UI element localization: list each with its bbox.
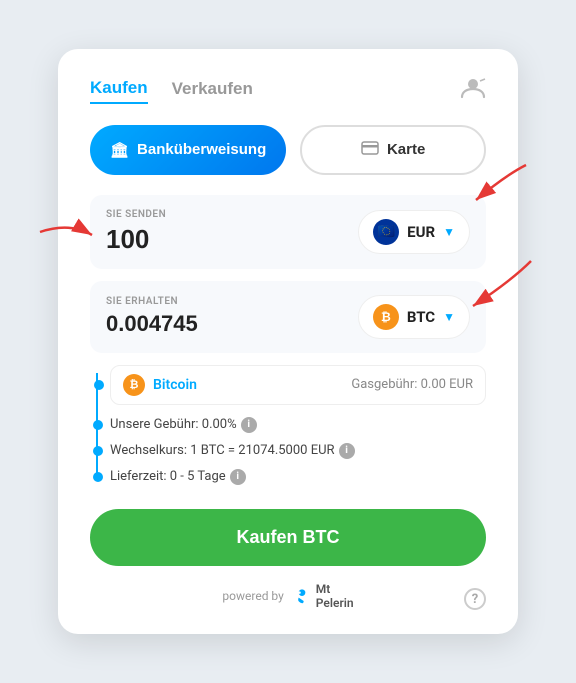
card-icon: [361, 141, 379, 159]
send-label: SIE SENDEN: [106, 209, 246, 220]
exchange-item: Wechselkurs: 1 BTC = 21074.5000 EUR i: [110, 443, 486, 459]
eur-flag: 🇪🇺: [373, 219, 399, 245]
btc-small-icon: ₿: [123, 374, 145, 396]
exchange-info-icon[interactable]: i: [339, 443, 355, 459]
receive-input-group: SIE ERHALTEN: [106, 296, 246, 337]
eur-currency-selector[interactable]: 🇪🇺 EUR ▼: [358, 210, 470, 254]
send-amount-input[interactable]: [106, 224, 246, 255]
delivery-item: Lieferzeit: 0 - 5 Tage i: [110, 469, 486, 485]
pelerin-icon: [292, 586, 312, 606]
gas-fee: Gasgebühr: 0.00 EUR: [351, 377, 473, 392]
delivery-label: Lieferzeit: 0 - 5 Tage: [110, 469, 226, 484]
bank-icon: 🏛: [110, 141, 129, 159]
exchange-label: Wechselkurs: 1 BTC = 21074.5000 EUR: [110, 443, 335, 458]
btc-chevron-icon: ▼: [443, 310, 455, 324]
bank-transfer-button[interactable]: 🏛 Banküberweisung: [90, 125, 286, 175]
pelerin-name: MtPelerin: [316, 582, 354, 611]
user-icon[interactable]: [460, 77, 486, 105]
buy-button[interactable]: Kaufen BTC: [90, 509, 486, 566]
bank-label: Banküberweisung: [137, 141, 266, 158]
main-card: Kaufen Verkaufen 🏛 Banküberweisung Karte…: [58, 49, 518, 635]
timeline: ₿ Bitcoin Gasgebühr: 0.00 EUR Unsere Geb…: [90, 365, 486, 485]
card-button[interactable]: Karte: [300, 125, 486, 175]
arrow-to-input: [40, 217, 100, 247]
tab-verkaufen[interactable]: Verkaufen: [172, 78, 253, 104]
card-label: Karte: [387, 141, 425, 158]
tabs: Kaufen Verkaufen: [90, 78, 253, 104]
pelerin-logo: MtPelerin: [292, 582, 354, 611]
btc-flag: ₿: [373, 304, 399, 330]
btc-code: BTC: [407, 308, 435, 326]
info-section: ₿ Bitcoin Gasgebühr: 0.00 EUR Unsere Geb…: [90, 365, 486, 485]
arrow-to-btc: [461, 261, 551, 321]
send-section: SIE SENDEN 🇪🇺 EUR ▼: [90, 195, 486, 269]
receive-amount-input[interactable]: [106, 311, 246, 337]
crypto-name: Bitcoin: [153, 377, 197, 393]
fee-label: Unsere Gebühr: 0.00%: [110, 417, 237, 432]
send-input-group: SIE SENDEN: [106, 209, 246, 255]
tab-kaufen[interactable]: Kaufen: [90, 78, 148, 104]
eur-code: EUR: [407, 223, 435, 241]
fee-info-icon[interactable]: i: [241, 417, 257, 433]
delivery-info-icon[interactable]: i: [230, 469, 246, 485]
receive-label: SIE ERHALTEN: [106, 296, 246, 307]
receive-section: SIE ERHALTEN ₿ BTC ▼: [90, 281, 486, 353]
crypto-selector-item[interactable]: ₿ Bitcoin Gasgebühr: 0.00 EUR: [110, 365, 486, 405]
fee-item: Unsere Gebühr: 0.00% i: [110, 417, 486, 433]
footer: powered by MtPelerin: [90, 582, 486, 611]
payment-methods: 🏛 Banküberweisung Karte: [90, 125, 486, 175]
arrow-to-eur: [466, 165, 546, 215]
powered-by-text: powered by: [222, 589, 283, 603]
eur-chevron-icon: ▼: [443, 225, 455, 239]
header: Kaufen Verkaufen: [90, 77, 486, 105]
btc-currency-selector[interactable]: ₿ BTC ▼: [358, 295, 470, 339]
